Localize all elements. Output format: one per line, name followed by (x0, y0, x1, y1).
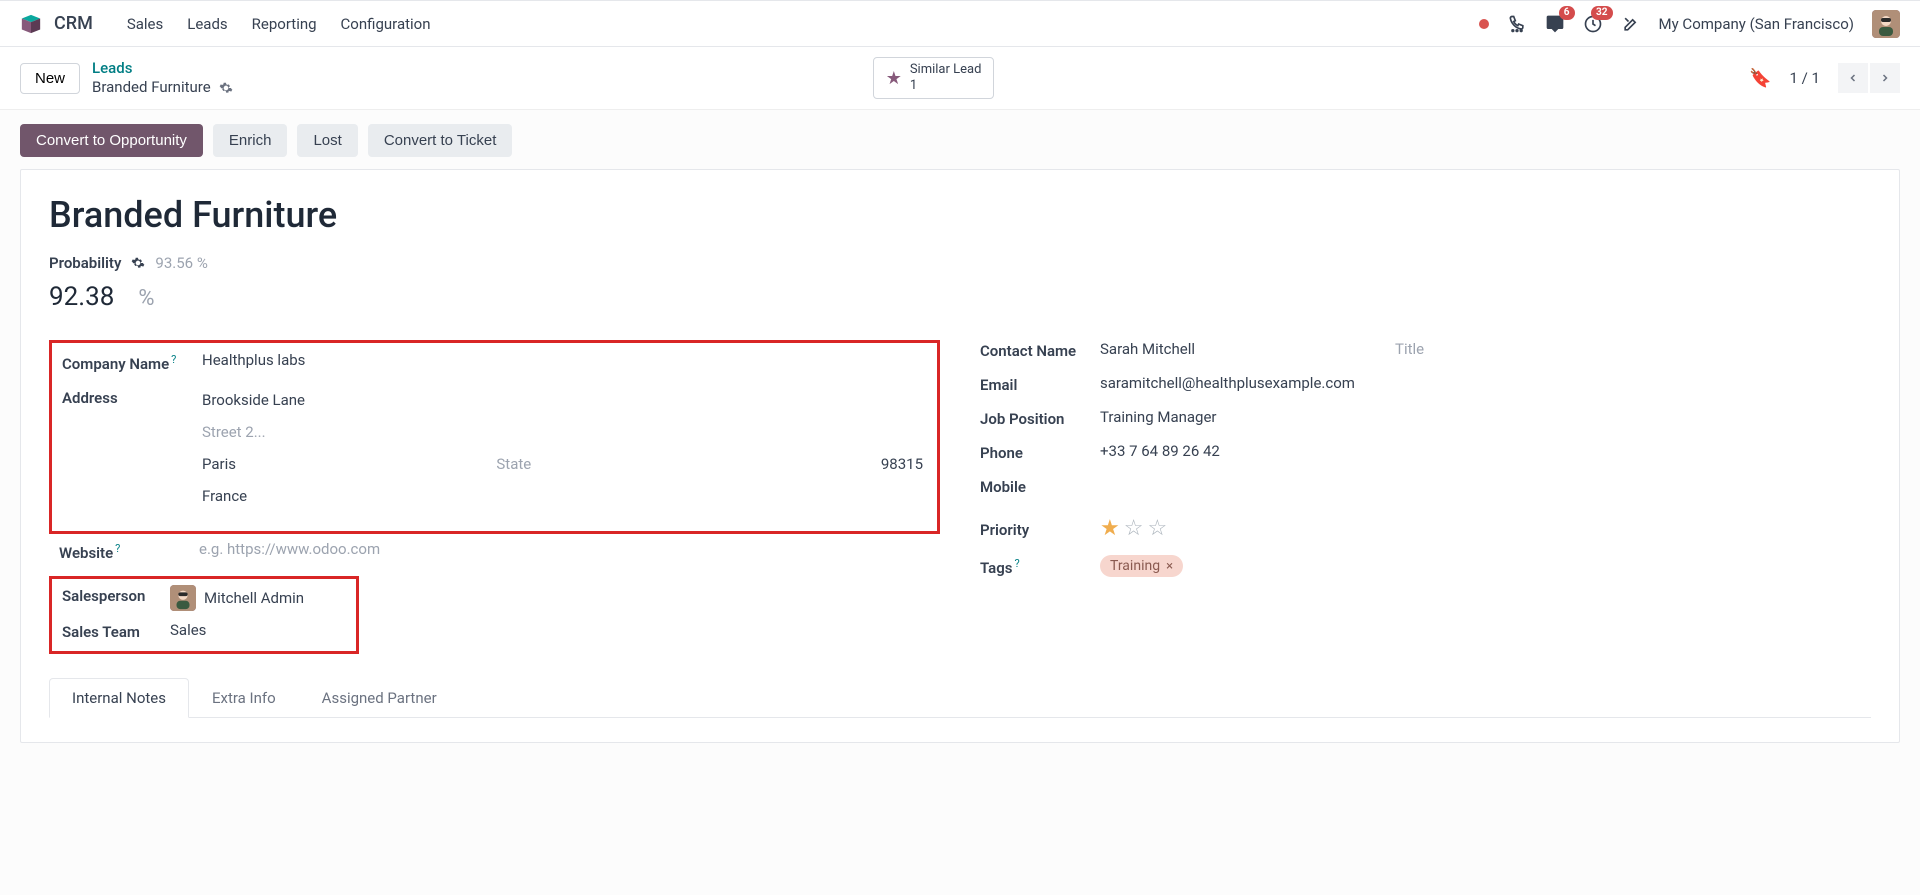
zip-input[interactable]: 98315 (744, 451, 931, 477)
similar-leads-count: 1 (910, 78, 982, 94)
tags-label: Tags (980, 559, 1013, 577)
probability-unit: % (138, 286, 154, 311)
city-input[interactable]: Paris (202, 451, 482, 477)
star-3-icon[interactable]: ☆ (1147, 516, 1167, 541)
app-name[interactable]: CRM (54, 13, 93, 34)
similar-leads-button[interactable]: ★ Similar Lead 1 (873, 57, 995, 98)
state-input[interactable]: State (496, 451, 730, 477)
phone-input[interactable]: +33 7 64 89 26 42 (1100, 442, 1871, 460)
lost-button[interactable]: Lost (297, 124, 357, 157)
left-column: Company Name? Healthplus labs Address Br… (49, 340, 940, 654)
form-sheet: Branded Furniture Probability 93.56 % 92… (20, 169, 1900, 743)
user-avatar[interactable] (1872, 10, 1900, 38)
star-1-icon[interactable]: ★ (1100, 516, 1120, 541)
tools-icon[interactable] (1621, 14, 1641, 34)
salesperson-avatar-icon (170, 585, 196, 611)
help-icon[interactable]: ? (115, 542, 120, 555)
email-input[interactable]: saramitchell@healthplusexample.com (1100, 374, 1871, 392)
convert-ticket-button[interactable]: Convert to Ticket (368, 124, 513, 157)
help-icon[interactable]: ? (1015, 557, 1020, 570)
pager-next-button[interactable] (1870, 63, 1900, 93)
form-view: Convert to Opportunity Enrich Lost Conve… (0, 109, 1920, 895)
breadcrumb-current: Branded Furniture (92, 78, 211, 98)
website-input[interactable]: e.g. https://www.odoo.com (199, 540, 940, 558)
gear-icon[interactable] (131, 256, 145, 270)
breadcrumb-parent[interactable]: Leads (92, 59, 233, 79)
phone-label: Phone (980, 442, 1100, 462)
bookmark-icon[interactable]: 🔖 (1749, 68, 1771, 89)
enrich-button[interactable]: Enrich (213, 124, 288, 157)
email-label: Email (980, 374, 1100, 394)
street2-input[interactable]: Street 2... (202, 419, 931, 445)
contact-title-input[interactable]: Title (1395, 340, 1424, 358)
star-icon: ★ (886, 68, 902, 89)
job-position-label: Job Position (980, 408, 1100, 428)
salesperson-label: Salesperson (62, 585, 170, 605)
statusbar-buttons: Convert to Opportunity Enrich Lost Conve… (20, 110, 1900, 169)
contact-name-label: Contact Name (980, 340, 1100, 360)
contact-name-input[interactable]: Sarah Mitchell (1100, 340, 1195, 358)
phone-icon[interactable] (1507, 14, 1527, 34)
priority-label: Priority (980, 519, 1100, 539)
priority-stars[interactable]: ★ ☆ ☆ (1100, 516, 1871, 541)
help-icon[interactable]: ? (171, 353, 176, 366)
country-input[interactable]: France (202, 483, 931, 509)
recording-indicator-icon (1479, 19, 1489, 29)
messaging-badge: 6 (1559, 6, 1575, 20)
right-column: Contact Name Sarah Mitchell Title Email … (980, 340, 1871, 654)
new-button[interactable]: New (20, 63, 80, 94)
probability-auto: 93.56 % (155, 254, 207, 272)
nav-leads[interactable]: Leads (175, 15, 239, 33)
notebook-tabs: Internal Notes Extra Info Assigned Partn… (49, 678, 1871, 718)
record-title[interactable]: Branded Furniture (49, 194, 1871, 236)
company-selector[interactable]: My Company (San Francisco) (1659, 15, 1854, 33)
sales-team-label: Sales Team (62, 621, 170, 641)
nav-configuration[interactable]: Configuration (329, 15, 443, 33)
probability-label: Probability (49, 254, 121, 272)
nav-sales[interactable]: Sales (115, 15, 175, 33)
gear-icon[interactable] (219, 81, 233, 95)
pager-text: 1 / 1 (1790, 69, 1821, 87)
probability-input[interactable]: 92.38 (49, 282, 114, 312)
pager-prev-button[interactable] (1838, 63, 1868, 93)
salesperson-input[interactable]: Mitchell Admin (204, 589, 304, 607)
company-name-input[interactable]: Healthplus labs (202, 351, 931, 369)
tab-extra-info[interactable]: Extra Info (189, 678, 299, 717)
similar-leads-label: Similar Lead (910, 62, 982, 78)
app-logo-icon[interactable] (20, 13, 42, 35)
activities-badge: 32 (1591, 6, 1612, 20)
topbar: CRM Sales Leads Reporting Configuration … (0, 1, 1920, 47)
nav-reporting[interactable]: Reporting (240, 15, 329, 33)
sales-team-input[interactable]: Sales (170, 621, 350, 639)
company-name-label: Company Name (62, 355, 169, 373)
tab-internal-notes[interactable]: Internal Notes (49, 678, 189, 718)
breadcrumb: Leads Branded Furniture (92, 59, 233, 98)
website-label: Website (59, 544, 113, 562)
address-label: Address (62, 387, 202, 407)
job-position-input[interactable]: Training Manager (1100, 408, 1871, 426)
highlight-company-address: Company Name? Healthplus labs Address Br… (49, 340, 940, 534)
tab-assigned-partner[interactable]: Assigned Partner (299, 678, 460, 717)
tag-label: Training (1110, 558, 1160, 574)
highlight-salesperson-team: Salesperson Mitchell Admin Sales Team Sa… (49, 576, 359, 654)
mobile-label: Mobile (980, 476, 1100, 496)
star-2-icon[interactable]: ☆ (1124, 516, 1144, 541)
messaging-icon[interactable]: 6 (1545, 14, 1565, 34)
activities-icon[interactable]: 32 (1583, 14, 1603, 34)
tag-training[interactable]: Training × (1100, 555, 1183, 577)
control-panel: New Leads Branded Furniture ★ Similar Le… (0, 47, 1920, 109)
street-input[interactable]: Brookside Lane (202, 387, 931, 413)
tag-remove-icon[interactable]: × (1166, 559, 1173, 574)
convert-opportunity-button[interactable]: Convert to Opportunity (20, 124, 203, 157)
